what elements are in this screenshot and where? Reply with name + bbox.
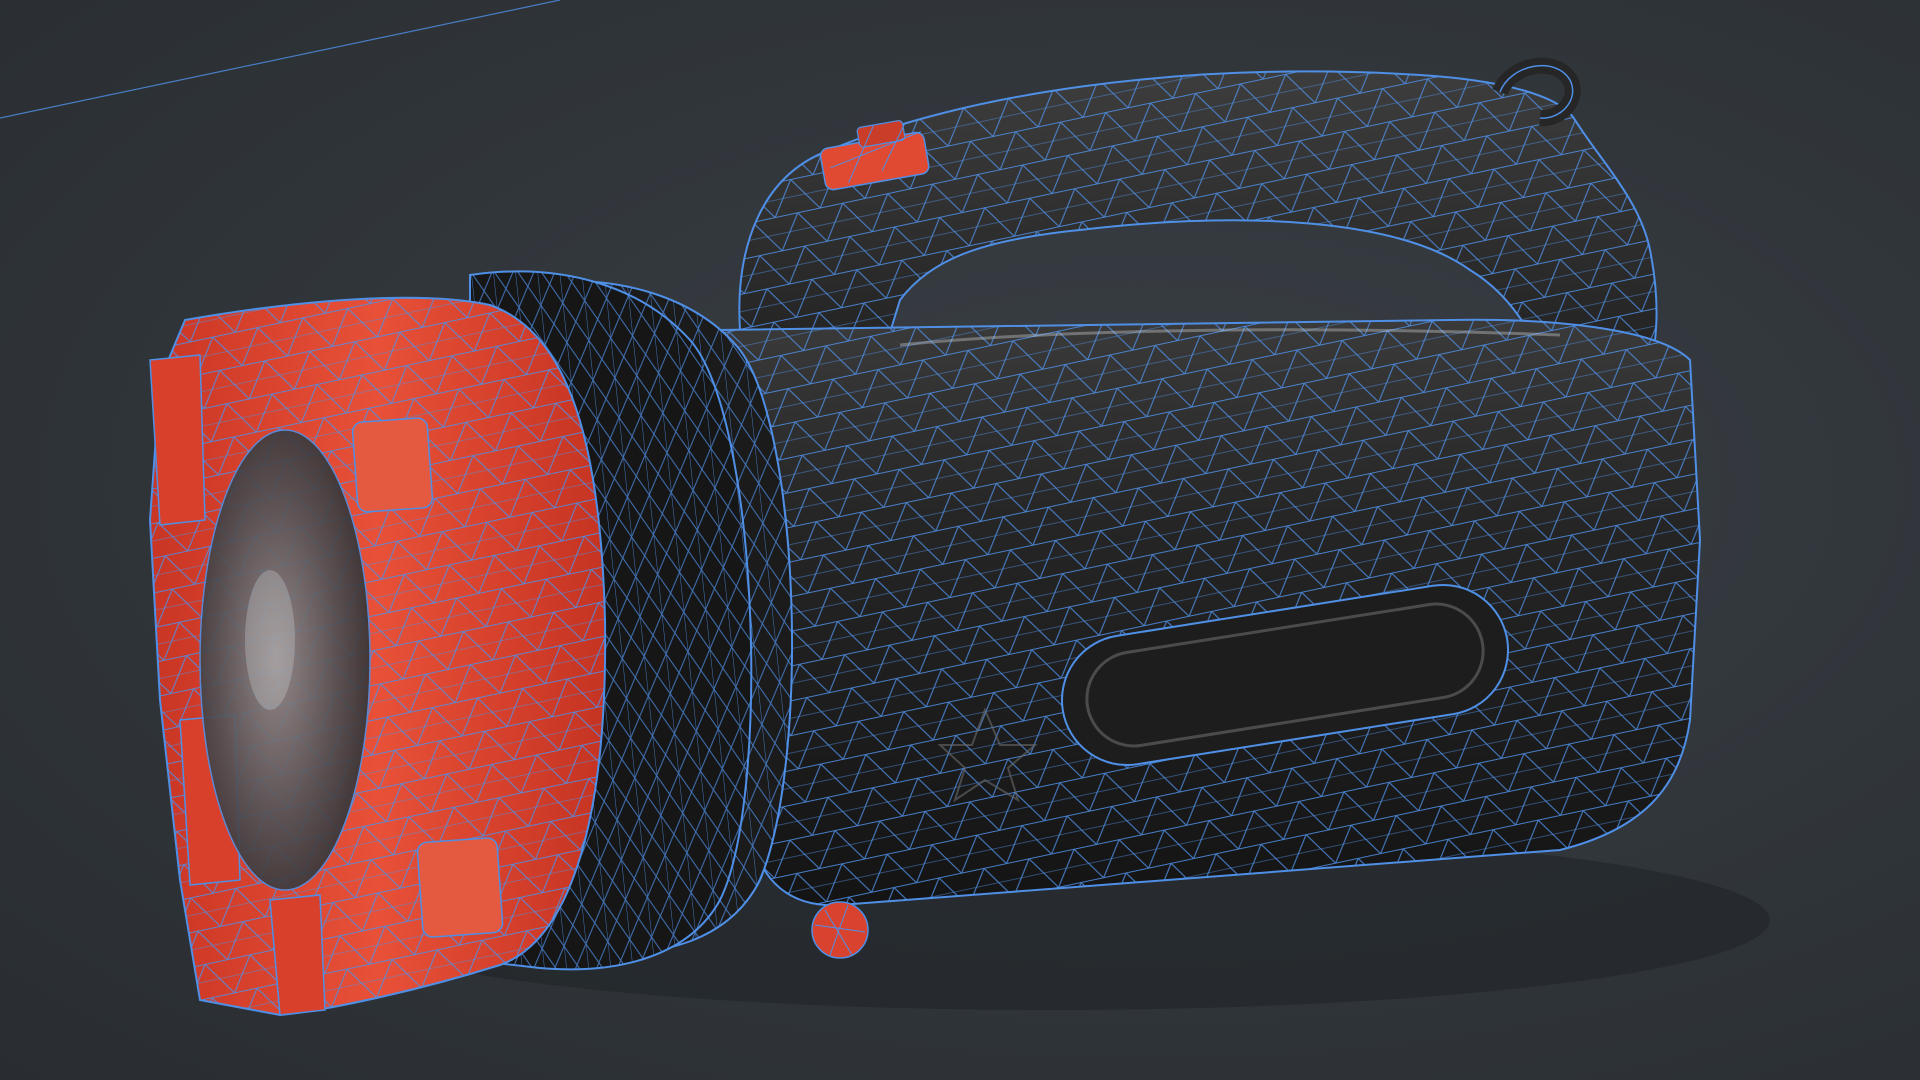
red-lens-cap — [148, 296, 607, 1017]
red-side-knob — [811, 901, 869, 959]
3d-viewport[interactable] — [0, 0, 1920, 1080]
stray-edge-line — [0, 0, 561, 119]
flashlight-body — [719, 318, 1702, 907]
flashlight-render — [0, 0, 1770, 1017]
